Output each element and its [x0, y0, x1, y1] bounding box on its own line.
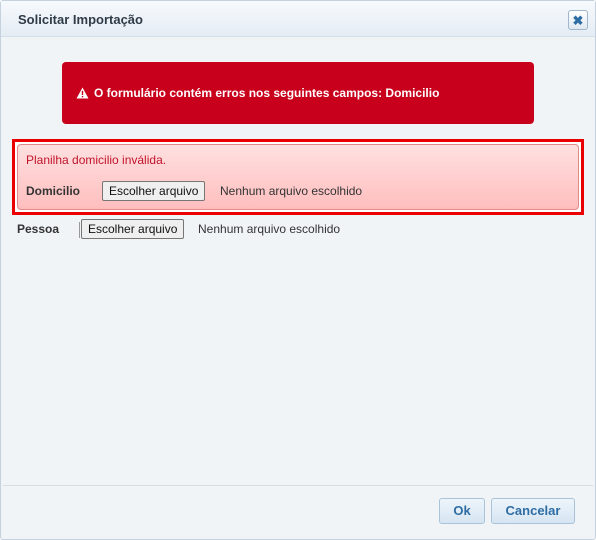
- pessoa-label: Pessoa: [17, 222, 60, 236]
- domicilio-error-highlight: Planilha domicilio inválida. Domicilio E…: [12, 139, 584, 215]
- domicilio-error-message: Planilha domicilio inválida.: [26, 153, 167, 167]
- pessoa-separator: [79, 222, 80, 238]
- close-button[interactable]: ✖: [568, 10, 588, 30]
- form-error-message: O formulário contém erros nos seguintes …: [94, 86, 440, 100]
- ok-button[interactable]: Ok: [439, 498, 485, 524]
- domicilio-field-group: Planilha domicilio inválida. Domicilio E…: [17, 144, 579, 210]
- warning-icon: [76, 87, 89, 99]
- pessoa-file-button[interactable]: Escolher arquivo: [81, 219, 185, 239]
- dialog-title: Solicitar Importação: [18, 12, 143, 27]
- close-icon: ✖: [572, 12, 584, 28]
- domicilio-label: Domicilio: [26, 184, 81, 198]
- dialog-titlebar: Solicitar Importação ✖: [1, 1, 595, 37]
- domicilio-file-status: Nenhum arquivo escolhido: [220, 184, 363, 198]
- cancel-button[interactable]: Cancelar: [491, 498, 575, 524]
- domicilio-file-button[interactable]: Escolher arquivo: [102, 181, 206, 201]
- form-error-banner: O formulário contém erros nos seguintes …: [62, 62, 534, 124]
- footer-divider: [3, 485, 593, 486]
- pessoa-file-status: Nenhum arquivo escolhido: [198, 222, 341, 236]
- import-dialog: Solicitar Importação ✖ O formulário cont…: [0, 0, 596, 540]
